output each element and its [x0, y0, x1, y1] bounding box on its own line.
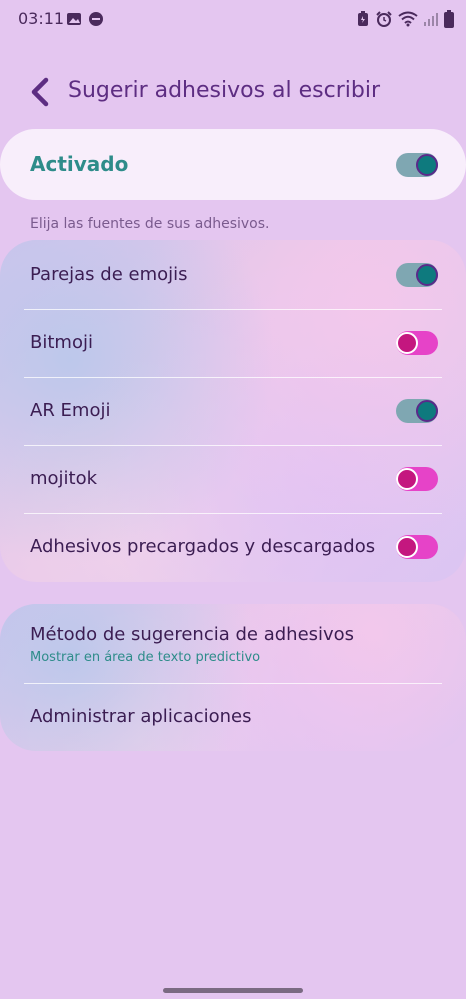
source-label: Bitmoji — [30, 332, 93, 353]
toggle-parejas-de-emojis[interactable] — [396, 263, 438, 287]
master-switch-row[interactable]: Activado — [0, 129, 466, 200]
battery-icon — [444, 10, 454, 28]
battery-saver-icon — [358, 11, 368, 26]
setting-sublabel: Mostrar en área de texto predictivo — [30, 650, 261, 665]
source-row-mojitok[interactable]: mojitok — [0, 445, 466, 513]
master-toggle[interactable] — [396, 153, 438, 177]
suggestion-method-row[interactable]: Método de sugerencia de adhesivos Mostra… — [0, 604, 466, 683]
setting-label: Método de sugerencia de adhesivos — [30, 624, 355, 645]
source-row-bitmoji[interactable]: Bitmoji — [0, 309, 466, 377]
sticker-sources-card: Parejas de emojis Bitmoji AR Emoji mojit… — [0, 240, 466, 582]
toggle-ar-emoji[interactable] — [396, 399, 438, 423]
home-indicator[interactable] — [163, 988, 303, 993]
alarm-icon — [376, 11, 392, 27]
source-label: Parejas de emojis — [30, 264, 188, 285]
source-row-precargados[interactable]: Adhesivos precargados y descargados — [0, 513, 466, 582]
source-label: Adhesivos precargados y descargados — [30, 536, 376, 557]
back-arrow-icon[interactable] — [24, 76, 56, 108]
header: Sugerir adhesivos al escribir — [0, 64, 466, 120]
status-bar: 03:11 — [0, 0, 466, 40]
source-label: AR Emoji — [30, 400, 111, 421]
toggle-mojitok[interactable] — [396, 467, 438, 491]
do-not-disturb-icon — [89, 12, 103, 26]
source-row-parejas-de-emojis[interactable]: Parejas de emojis — [0, 240, 466, 309]
toggle-precargados[interactable] — [396, 535, 438, 559]
gallery-icon — [67, 13, 81, 25]
section-hint: Elija las fuentes de sus adhesivos. — [30, 216, 270, 232]
status-time: 03:11 — [18, 9, 65, 28]
page-title: Sugerir adhesivos al escribir — [68, 78, 380, 103]
setting-label: Administrar aplicaciones — [30, 706, 252, 727]
source-row-ar-emoji[interactable]: AR Emoji — [0, 377, 466, 445]
wifi-icon — [398, 11, 418, 27]
source-label: mojitok — [30, 468, 98, 489]
signal-icon — [424, 13, 438, 26]
settings-card: Método de sugerencia de adhesivos Mostra… — [0, 604, 466, 751]
master-switch-label: Activado — [30, 152, 129, 176]
toggle-bitmoji[interactable] — [396, 331, 438, 355]
manage-apps-row[interactable]: Administrar aplicaciones — [0, 683, 466, 751]
